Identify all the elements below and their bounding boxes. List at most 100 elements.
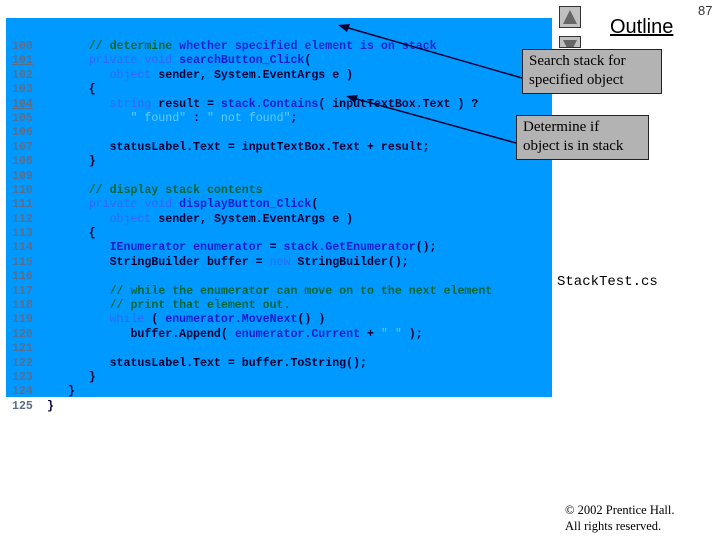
code-token-id: stack.GetEnumerator xyxy=(283,241,416,255)
line-number: 115 xyxy=(12,255,33,269)
code-token-id: searchButton_Click xyxy=(172,54,305,68)
code-token-str: " " xyxy=(380,327,402,341)
line-number: 102 xyxy=(12,68,33,82)
code-line: 109 xyxy=(12,170,492,184)
next-slide-button[interactable] xyxy=(559,36,581,48)
page-number: 87 xyxy=(698,3,713,18)
line-number: 106 xyxy=(12,126,33,140)
code-token-id: stack.Contains xyxy=(220,97,319,111)
line-number: 120 xyxy=(12,327,33,341)
line-number: 124 xyxy=(12,385,33,399)
callout-determine-if-in-stack: Determine if object is in stack xyxy=(516,115,649,160)
line-number: 109 xyxy=(12,169,33,183)
code-token-id: enumerator.Current xyxy=(234,327,361,341)
code-line: 100 // determine whether specified eleme… xyxy=(12,40,492,54)
code-token-plain: = xyxy=(262,241,284,255)
file-name-label: StackTest.cs xyxy=(557,274,658,290)
code-token-kw: private void xyxy=(88,54,173,68)
code-line: 103 { xyxy=(12,83,492,97)
line-number: 112 xyxy=(12,212,33,226)
triangle-down-icon xyxy=(563,40,577,47)
code-line: 124 } xyxy=(12,385,492,399)
triangle-up-icon xyxy=(563,10,577,24)
code-line: 104 string result = stack.Contains( inpu… xyxy=(12,98,492,112)
code-line: 105 " found" : " not found"; xyxy=(12,112,492,126)
code-token-plain: statusLabel.Text = buffer.ToString(); xyxy=(40,356,367,370)
line-number: 108 xyxy=(12,155,33,169)
code-token-plain: StringBuilder buffer = xyxy=(40,255,270,269)
code-token-plain: + xyxy=(360,327,381,341)
code-token-kw: object xyxy=(109,212,152,226)
code-token-plain: sender, System.EventArgs e ) xyxy=(151,68,354,82)
code-line: 108 } xyxy=(12,155,492,169)
line-number: 100 xyxy=(12,40,33,53)
callout-search-stack: Search stack for specified object xyxy=(522,49,662,94)
code-token-kw: object xyxy=(109,68,152,82)
code-token-plain: ( xyxy=(304,54,312,68)
code-token-plain: } xyxy=(40,155,96,169)
previous-slide-button[interactable] xyxy=(559,6,581,28)
code-line: 123 } xyxy=(12,371,492,385)
code-token-plain: ( xyxy=(144,313,166,327)
code-line: 113 { xyxy=(12,227,492,241)
outline-link[interactable]: Outline xyxy=(610,16,673,39)
code-token-plain: ); xyxy=(401,327,423,341)
code-line: 114 IEnumerator enumerator = stack.GetEn… xyxy=(12,241,492,255)
code-token-id: IEnumerator enumerator xyxy=(109,241,263,255)
line-number: 111 xyxy=(12,198,33,212)
code-token-str: " found" xyxy=(130,111,187,125)
line-number: 121 xyxy=(12,342,33,356)
code-token-plain: () ) xyxy=(297,313,326,327)
code-token-plain: : xyxy=(186,111,207,125)
line-number: 107 xyxy=(12,140,33,154)
code-token-plain: (); xyxy=(415,241,437,255)
code-line: 117 // while the enumerator can move on … xyxy=(12,285,492,299)
code-token-kw: while xyxy=(109,313,145,327)
line-number: 101 xyxy=(12,54,33,68)
code-token-plain: ( inputTextBox.Text ) ? xyxy=(318,97,479,111)
line-number: 118 xyxy=(12,299,33,313)
code-token-plain: { xyxy=(40,227,96,241)
line-number: 105 xyxy=(12,111,33,125)
code-line: 106 xyxy=(12,126,492,140)
code-line: 118 // print that element out. xyxy=(12,299,492,313)
code-token-plain: } xyxy=(40,399,54,413)
code-token-kw: new xyxy=(269,255,291,269)
code-token-id: displayButton_Click xyxy=(172,198,312,212)
code-line: 110 // display stack contents xyxy=(12,184,492,198)
code-line: 122 statusLabel.Text = buffer.ToString()… xyxy=(12,357,492,371)
code-line: 112 object sender, System.EventArgs e ) xyxy=(12,213,492,227)
code-line: 111 private void displayButton_Click( xyxy=(12,198,492,212)
line-number: 116 xyxy=(12,270,33,284)
copyright-line: © 2002 Prentice Hall. xyxy=(565,503,675,517)
code-token-cm: // determine xyxy=(88,40,173,53)
line-number: 114 xyxy=(12,241,33,255)
code-token-plain: result = xyxy=(151,97,221,111)
line-number: 117 xyxy=(12,284,33,298)
code-token-kw: string xyxy=(109,97,152,111)
code-line: 116 xyxy=(12,270,492,284)
code-token-kw: private void xyxy=(88,198,173,212)
copyright-line: All rights reserved. xyxy=(565,519,662,533)
line-number: 123 xyxy=(12,370,33,384)
code-token-plain: { xyxy=(40,83,96,97)
code-token-cm: // while the enumerator can move on to t… xyxy=(109,284,493,298)
callout-text-line: specified object xyxy=(529,72,624,88)
code-line: 121 xyxy=(12,342,492,356)
code-token-str: " not found" xyxy=(207,111,291,125)
code-line: 115 StringBuilder buffer = new StringBui… xyxy=(12,256,492,270)
code-token-plain: StringBuilder(); xyxy=(290,255,409,269)
code-token-cm: // print that element out. xyxy=(109,299,291,313)
line-number: 122 xyxy=(12,356,33,370)
callout-text-line: Determine if xyxy=(523,119,600,135)
code-token-plain: sender, System.EventArgs e ) xyxy=(151,212,354,226)
